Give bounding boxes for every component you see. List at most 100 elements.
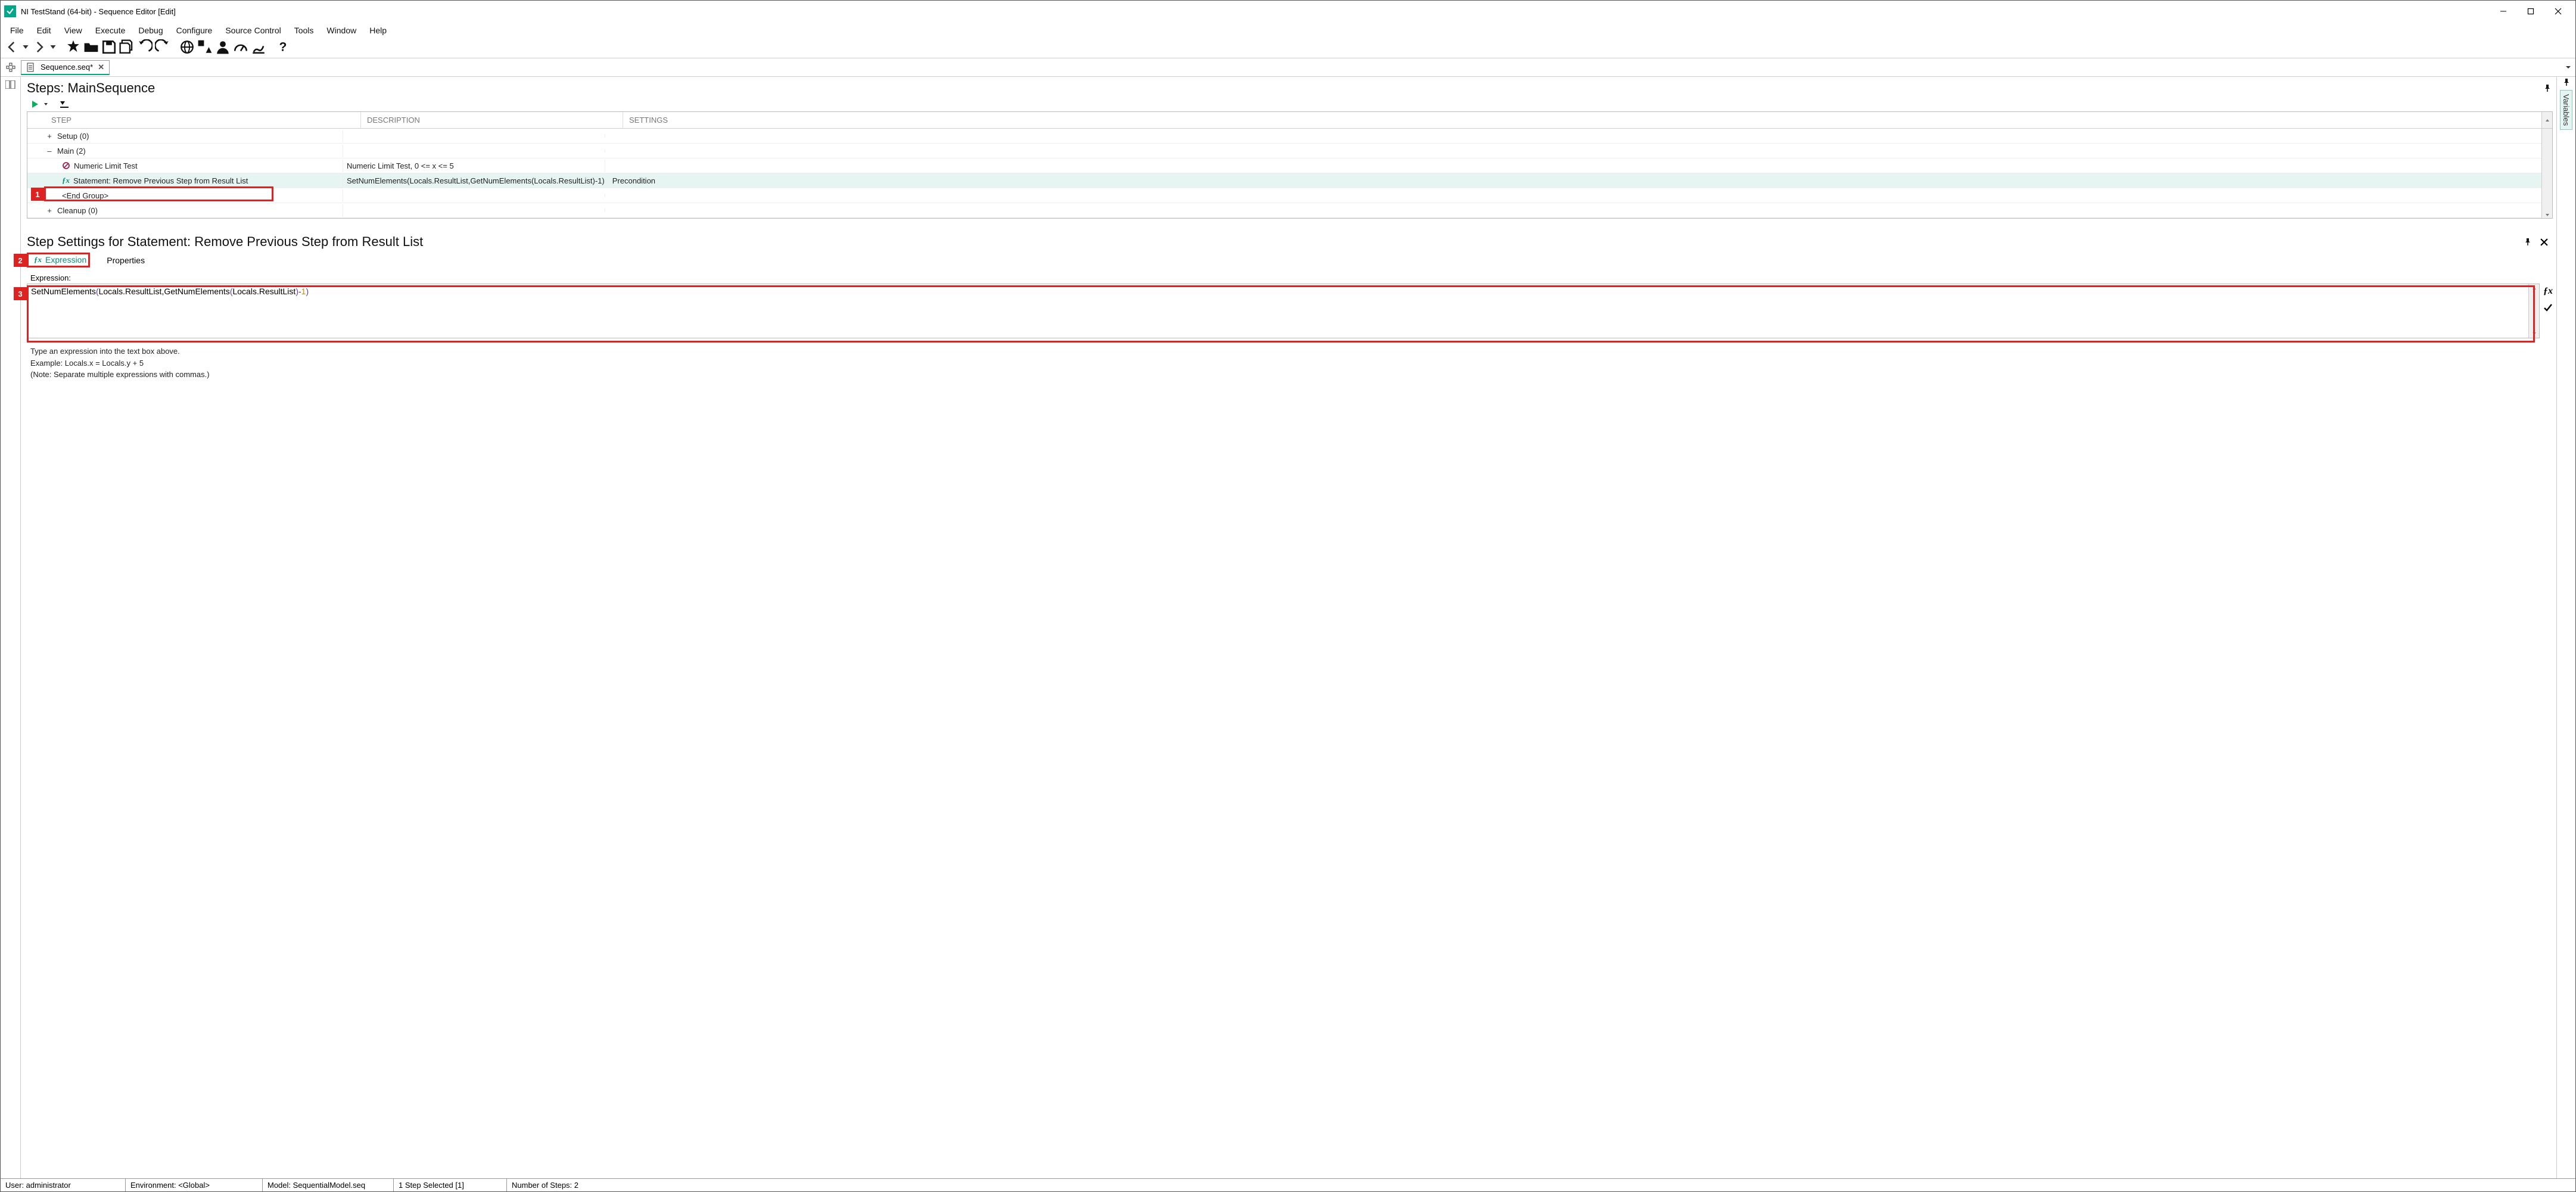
document-tab-close-icon[interactable]: ✕ [98, 63, 104, 72]
expression-browse-icon[interactable]: ƒx [2543, 286, 2553, 297]
step-settings-title: Step Settings for Statement: Remove Prev… [27, 234, 423, 250]
steps-table-header: STEP DESCRIPTION SETTINGS [27, 112, 2552, 129]
menubar: File Edit View Execute Debug Configure S… [1, 22, 2575, 39]
menu-help[interactable]: Help [363, 23, 393, 38]
steps-table: STEP DESCRIPTION SETTINGS +Setup (0) –Ma… [27, 111, 2553, 219]
close-button[interactable] [2544, 2, 2572, 21]
save-button[interactable] [101, 40, 117, 54]
expression-scrollbar[interactable] [2528, 284, 2539, 338]
collapse-icon[interactable]: – [45, 147, 54, 155]
expression-label: Expression: [27, 267, 2553, 284]
menu-file[interactable]: File [4, 23, 30, 38]
tab-properties[interactable]: Properties [103, 254, 148, 267]
step-label: Setup (0) [57, 132, 89, 141]
open-button[interactable] [83, 40, 99, 54]
svg-text:?: ? [279, 41, 287, 54]
content-area: Steps: MainSequence STEP [21, 77, 2556, 1178]
app-window: NI TestStand (64-bit) - Sequence Editor … [0, 0, 2576, 1192]
menu-configure[interactable]: Configure [170, 23, 219, 38]
column-step[interactable]: STEP [45, 112, 361, 128]
document-tab[interactable]: Sequence.seq* ✕ [21, 60, 110, 75]
callout-3: 3 [14, 287, 27, 300]
right-gutter: Variables [2556, 77, 2575, 1178]
pin-icon[interactable] [2562, 78, 2571, 86]
expr-token: Locals.ResultList [99, 287, 162, 296]
fx-icon: ƒx [62, 176, 70, 185]
expr-token: GetNumElements [164, 287, 229, 296]
column-settings[interactable]: SETTINGS [623, 112, 2541, 128]
hint-line: (Note: Separate multiple expressions wit… [30, 369, 2553, 381]
scroll-up-icon[interactable] [2541, 112, 2552, 128]
window-title: NI TestStand (64-bit) - Sequence Editor … [21, 7, 176, 16]
nav-fwd-dropdown[interactable] [49, 40, 57, 54]
new-button[interactable] [66, 40, 81, 54]
step-row-end-group[interactable]: <End Group> [27, 188, 2541, 203]
expr-token: ) [306, 287, 309, 296]
redo-button[interactable] [155, 40, 170, 54]
step-row-numeric-limit[interactable]: Numeric Limit Test Numeric Limit Test, 0… [27, 158, 2541, 173]
nav-fwd-button[interactable] [32, 40, 47, 54]
step-into-icon[interactable] [59, 100, 70, 108]
shapes-icon[interactable] [197, 40, 213, 54]
tab-overflow-icon[interactable] [2561, 64, 2575, 71]
tab-expression[interactable]: ƒx Expression [30, 253, 90, 267]
step-settings: Precondition [609, 175, 2541, 187]
run-dropdown-icon[interactable] [43, 102, 48, 107]
minimize-button[interactable] [2490, 2, 2517, 21]
statusbar: User: administrator Environment: <Global… [1, 1178, 2575, 1191]
status-selection: 1 Step Selected [1] [394, 1179, 507, 1191]
gauge-icon[interactable] [233, 40, 248, 54]
help-icon[interactable]: ? [275, 40, 291, 54]
user-icon[interactable] [215, 40, 231, 54]
globe-icon[interactable] [179, 40, 195, 54]
status-step-count: Number of Steps: 2 [507, 1179, 2575, 1191]
document-tab-label: Sequence.seq* [41, 63, 93, 71]
expand-icon[interactable]: + [45, 206, 54, 215]
sequence-file-icon [26, 63, 36, 72]
pin-icon[interactable] [2524, 238, 2532, 246]
nav-back-button[interactable] [4, 40, 20, 54]
document-tab-row: Sequence.seq* ✕ [1, 58, 2575, 77]
tab-label: Properties [107, 256, 145, 265]
menu-tools[interactable]: Tools [288, 23, 320, 38]
step-row-setup[interactable]: +Setup (0) [27, 129, 2541, 144]
expand-icon[interactable]: + [45, 132, 54, 141]
callout-1: 1 [31, 188, 44, 201]
step-label: <End Group> [62, 191, 108, 200]
step-label: Numeric Limit Test [74, 161, 138, 170]
run-button[interactable] [30, 99, 40, 109]
step-row-cleanup[interactable]: +Cleanup (0) [27, 203, 2541, 218]
menu-edit[interactable]: Edit [31, 23, 57, 38]
menu-execute[interactable]: Execute [89, 23, 132, 38]
pin-icon[interactable] [2543, 84, 2552, 92]
close-panel-icon[interactable] [2540, 238, 2548, 246]
dock-layout-icon[interactable] [1, 58, 21, 76]
menu-window[interactable]: Window [321, 23, 362, 38]
step-settings-tabs: ƒx Expression Properties [27, 250, 2553, 267]
hint-line: Example: Locals.x = Locals.y + 5 [30, 357, 2553, 369]
report-icon[interactable] [251, 40, 266, 54]
step-label: Cleanup (0) [57, 206, 98, 215]
panel-columns-icon[interactable] [5, 80, 16, 89]
column-description[interactable]: DESCRIPTION [361, 112, 623, 128]
steps-panel-title: Steps: MainSequence [27, 80, 155, 96]
scroll-down-icon[interactable] [2541, 129, 2552, 218]
menu-view[interactable]: View [58, 23, 88, 38]
undo-button[interactable] [137, 40, 153, 54]
expr-token: SetNumElements [31, 287, 96, 296]
variables-tab[interactable]: Variables [2560, 90, 2572, 130]
step-row-statement[interactable]: ƒx Statement: Remove Previous Step from … [27, 173, 2541, 188]
menu-debug[interactable]: Debug [132, 23, 169, 38]
expr-token: Locals.ResultList [232, 287, 295, 296]
maximize-button[interactable] [2517, 2, 2544, 21]
step-description: SetNumElements(Locals.ResultList,GetNumE… [343, 175, 609, 187]
toolbar: ? [1, 39, 2575, 58]
save-all-button[interactable] [119, 40, 135, 54]
nav-back-dropdown[interactable] [22, 40, 29, 54]
check-expression-icon[interactable] [2543, 303, 2553, 312]
tab-label: Expression [45, 255, 86, 264]
numeric-test-icon [62, 161, 70, 170]
expression-input[interactable]: SetNumElements(Locals.ResultList,GetNumE… [27, 284, 2540, 338]
menu-source-control[interactable]: Source Control [219, 23, 287, 38]
step-row-main[interactable]: –Main (2) [27, 144, 2541, 158]
